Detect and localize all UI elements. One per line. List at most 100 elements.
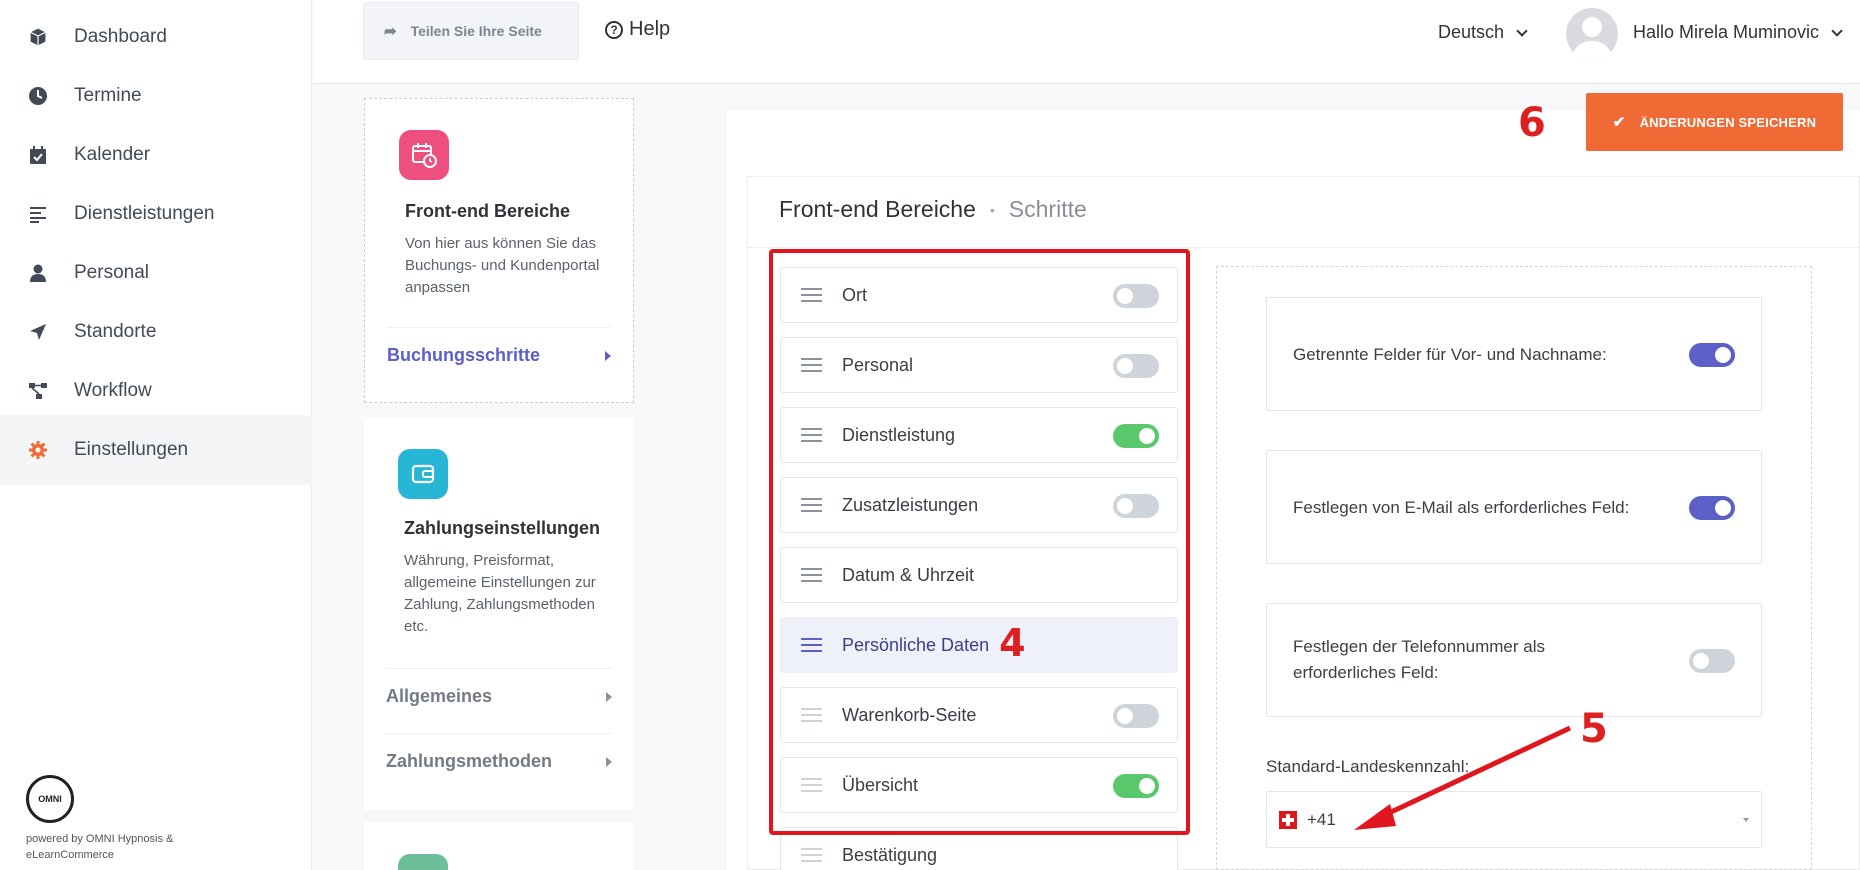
caret-right-icon [605, 350, 611, 361]
drag-handle-icon[interactable] [801, 568, 822, 582]
option-label: Festlegen der Telefonnummer als erforder… [1293, 637, 1545, 682]
card-description: Von hier aus können Sie das Buchungs- un… [405, 235, 600, 296]
link-allgemeines[interactable]: Allgemeines [386, 668, 612, 724]
workflow-icon [28, 381, 48, 401]
option-toggle[interactable] [1689, 649, 1735, 673]
drag-handle-icon[interactable] [801, 708, 822, 722]
link-buchungsschritte[interactable]: Buchungsschritte [387, 327, 611, 383]
link-label: Allgemeines [386, 686, 493, 706]
step-label: Bestätigung [842, 844, 938, 865]
step-toggle[interactable] [1113, 354, 1159, 378]
step-item-persoenliche-daten[interactable]: Persönliche Daten 4 [780, 617, 1178, 673]
save-changes-button[interactable]: ✔ ÄNDERUNGEN SPEICHERN [1586, 93, 1843, 151]
step-label: Zusatzleistungen [842, 494, 979, 515]
topbar: ➦ Teilen Sie Ihre Seite ? Help Deutsch H… [313, 0, 1860, 84]
drag-handle-icon[interactable] [801, 428, 822, 442]
step-item-personal[interactable]: Personal [780, 337, 1178, 393]
step-label: Dienstleistung [842, 424, 956, 445]
question-circle-icon: ? [605, 20, 623, 39]
card-icon-partial [398, 854, 448, 870]
section-title: Front-end Bereiche [779, 196, 976, 222]
caret-down-icon [1743, 818, 1749, 822]
calendar-check-icon [28, 145, 48, 165]
help-link[interactable]: ? Help [605, 18, 670, 41]
chevron-down-icon [1831, 24, 1843, 37]
avatar[interactable] [1566, 8, 1618, 60]
link-label: Buchungsschritte [387, 345, 541, 365]
drag-handle-icon[interactable] [801, 358, 822, 372]
link-label: Zahlungsmethoden [386, 751, 552, 771]
wallet-icon [398, 449, 448, 499]
caret-right-icon [606, 756, 612, 767]
step-item-bestaetigung[interactable]: Bestätigung [780, 827, 1178, 870]
step-toggle[interactable] [1113, 704, 1159, 728]
share-label: Teilen Sie Ihre Seite [410, 23, 542, 39]
gear-icon [28, 440, 48, 460]
sidebar-item-label: Dashboard [74, 26, 167, 47]
frontend-card: Front-end Bereiche Von hier aus können S… [364, 98, 634, 403]
sidebar-item-label: Dienstleistungen [74, 203, 215, 224]
sidebar: Dashboard Termine Kalender Dienstleistun… [0, 0, 312, 870]
save-label: ÄNDERUNGEN SPEICHERN [1639, 114, 1817, 130]
brand-logo: OMNI [26, 775, 74, 823]
language-select[interactable]: Deutsch [1438, 22, 1528, 43]
card-title: Front-end Bereiche [405, 201, 571, 221]
drag-handle-icon[interactable] [801, 498, 822, 512]
user-greeting: Hallo Mirela Muminovic [1633, 22, 1820, 42]
option-phone-required: Festlegen der Telefonnummer als erforder… [1266, 603, 1762, 717]
user-menu[interactable]: Hallo Mirela Muminovic [1633, 22, 1843, 43]
country-code-value: +41 [1307, 809, 1336, 829]
divider [747, 247, 1860, 248]
drag-handle-icon[interactable] [801, 638, 822, 652]
section-header: Front-end Bereiche • Schritte [779, 196, 1087, 223]
step-toggle[interactable] [1113, 774, 1159, 798]
step-label: Warenkorb-Seite [842, 704, 977, 725]
step-toggle[interactable] [1113, 424, 1159, 448]
sidebar-item-label: Personal [74, 262, 149, 283]
option-email-required: Festlegen von E-Mail als erforderliches … [1266, 450, 1762, 564]
sidebar-item-label: Standorte [74, 321, 157, 342]
link-zahlungsmethoden[interactable]: Zahlungsmethoden [386, 733, 612, 789]
card-description: Währung, Preisformat, allgemeine Einstel… [404, 552, 596, 635]
step-label: Datum & Uhrzeit [842, 564, 975, 585]
help-label: Help [629, 18, 671, 40]
sidebar-item-label: Kalender [74, 144, 151, 165]
step-label: Persönliche Daten [842, 634, 990, 655]
brand-logo-text: OMNI [38, 794, 62, 804]
drag-handle-icon[interactable] [801, 288, 822, 302]
swiss-flag-icon [1279, 810, 1297, 829]
brand: OMNI powered by OMNI Hypnosis & eLearnCo… [26, 775, 173, 861]
option-toggle[interactable] [1689, 496, 1735, 520]
step-item-zusatzleistungen[interactable]: Zusatzleistungen [780, 477, 1178, 533]
sidebar-item-label: Einstellungen [74, 439, 189, 460]
step-toggle[interactable] [1113, 494, 1159, 518]
drag-handle-icon[interactable] [801, 778, 822, 792]
sidebar-item-label: Workflow [74, 380, 152, 401]
chevron-down-icon [1516, 24, 1528, 37]
list-icon [28, 204, 48, 224]
step-item-warenkorb[interactable]: Warenkorb-Seite [780, 687, 1178, 743]
brand-text: powered by OMNI Hypnosis & eLearnCommerc… [26, 833, 174, 861]
annotation-six: 6 [1518, 100, 1546, 146]
drag-handle-icon[interactable] [801, 848, 822, 862]
step-item-ort[interactable]: Ort [780, 267, 1178, 323]
option-label: Getrennte Felder für Vor- und Nachname: [1293, 345, 1607, 364]
option-separate-names: Getrennte Felder für Vor- und Nachname: [1266, 297, 1762, 411]
share-arrow-icon: ➦ [384, 23, 397, 40]
cube-icon [28, 27, 48, 47]
sidebar-item-einstellungen[interactable]: Einstellungen [0, 415, 312, 485]
step-item-dienstleistung[interactable]: Dienstleistung [780, 407, 1178, 463]
third-card [364, 822, 634, 870]
annotation-arrow-icon [1354, 725, 1572, 830]
annotation-four: 4 [999, 621, 1026, 665]
option-toggle[interactable] [1689, 343, 1735, 367]
share-page-button[interactable]: ➦ Teilen Sie Ihre Seite [363, 2, 579, 60]
step-label: Personal [842, 354, 914, 375]
option-label: Festlegen von E-Mail als erforderliches … [1293, 498, 1630, 517]
step-item-uebersicht[interactable]: Übersicht [780, 757, 1178, 813]
card-title: Zahlungseinstellungen [404, 518, 601, 538]
step-toggle[interactable] [1113, 284, 1159, 308]
step-label: Übersicht [842, 774, 919, 795]
user-icon [28, 263, 48, 283]
step-item-datum-uhrzeit[interactable]: Datum & Uhrzeit [780, 547, 1178, 603]
